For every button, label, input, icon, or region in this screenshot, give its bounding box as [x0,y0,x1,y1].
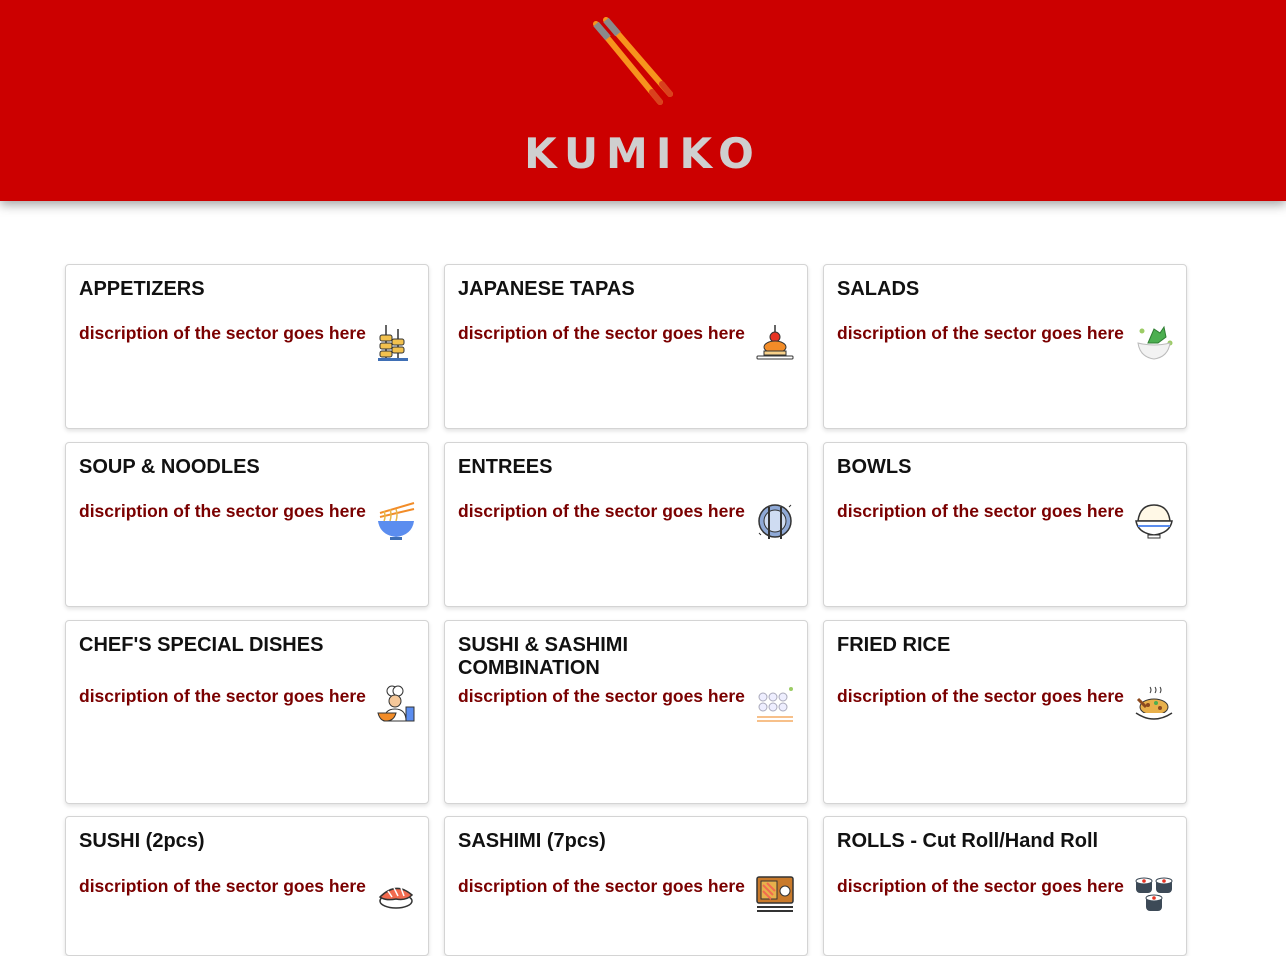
category-description: discription of the sector goes here [458,501,745,521]
category-title: SALADS [837,278,920,300]
skewers-icon [376,323,416,363]
category-card-chefs-special[interactable]: CHEF'S SPECIAL DISHES discription of the… [65,620,429,804]
category-card-soup-noodles[interactable]: SOUP & NOODLES discription of the sector… [65,442,429,607]
dango-plate-icon [755,323,795,363]
noodle-bowl-icon [376,501,416,541]
category-card-bowls[interactable]: BOWLS discription of the sector goes her… [823,442,1187,607]
category-description: discription of the sector goes here [837,323,1124,343]
brand-title: KUMIKO [524,129,762,178]
category-description: discription of the sector goes here [458,686,745,706]
category-description: discription of the sector goes here [79,501,366,521]
category-description: discription of the sector goes here [79,323,366,343]
salad-bowl-icon [1134,323,1174,363]
category-description: discription of the sector goes here [79,876,366,896]
category-card-japanese-tapas[interactable]: JAPANESE TAPAS discription of the sector… [444,264,808,429]
category-description: discription of the sector goes here [837,501,1124,521]
category-card-entrees[interactable]: ENTREES discription of the sector goes h… [444,442,808,607]
chef-icon [376,685,416,725]
category-description: discription of the sector goes here [79,686,366,706]
category-description: discription of the sector goes here [458,876,745,896]
category-description: discription of the sector goes here [458,323,745,343]
category-card-sushi-sashimi-combination[interactable]: SUSHI & SASHIMI COMBINATION discription … [444,620,808,804]
plate-cutlery-icon [755,501,795,541]
category-description: discription of the sector goes here [837,686,1124,706]
category-title: FRIED RICE [837,634,951,656]
category-title: APPETIZERS [79,278,205,300]
rice-bowl-icon [1134,501,1174,541]
category-title: SUSHI & SASHIMI COMBINATION [458,634,629,679]
category-title: SOUP & NOODLES [79,456,260,478]
fried-rice-icon [1134,685,1174,725]
category-title: SUSHI (2pcs) [79,830,205,852]
category-card-sashimi-7pcs[interactable]: SASHIMI (7pcs) discription of the sector… [444,816,808,956]
category-title: CHEF'S SPECIAL DISHES [79,634,324,656]
site-header: KUMIKO [0,0,1286,201]
category-title: SASHIMI (7pcs) [458,830,606,852]
category-title: BOWLS [837,456,912,478]
category-title: ROLLS - Cut Roll/Hand Roll [837,830,1099,852]
category-card-rolls[interactable]: ROLLS - Cut Roll/Hand Roll discription o… [823,816,1187,956]
category-title: JAPANESE TAPAS [458,278,635,300]
category-card-sushi-2pcs[interactable]: SUSHI (2pcs) discription of the sector g… [65,816,429,956]
category-card-fried-rice[interactable]: FRIED RICE discription of the sector goe… [823,620,1187,804]
sushi-platter-icon [755,685,795,725]
chopsticks-icon [593,17,673,105]
maki-rolls-icon [1134,875,1174,915]
nigiri-icon [376,875,416,915]
category-title: ENTREES [458,456,553,478]
category-card-salads[interactable]: SALADS discription of the sector goes he… [823,264,1187,429]
category-card-appetizers[interactable]: APPETIZERS discription of the sector goe… [65,264,429,429]
category-description: discription of the sector goes here [837,876,1124,896]
sashimi-board-icon [755,875,795,915]
